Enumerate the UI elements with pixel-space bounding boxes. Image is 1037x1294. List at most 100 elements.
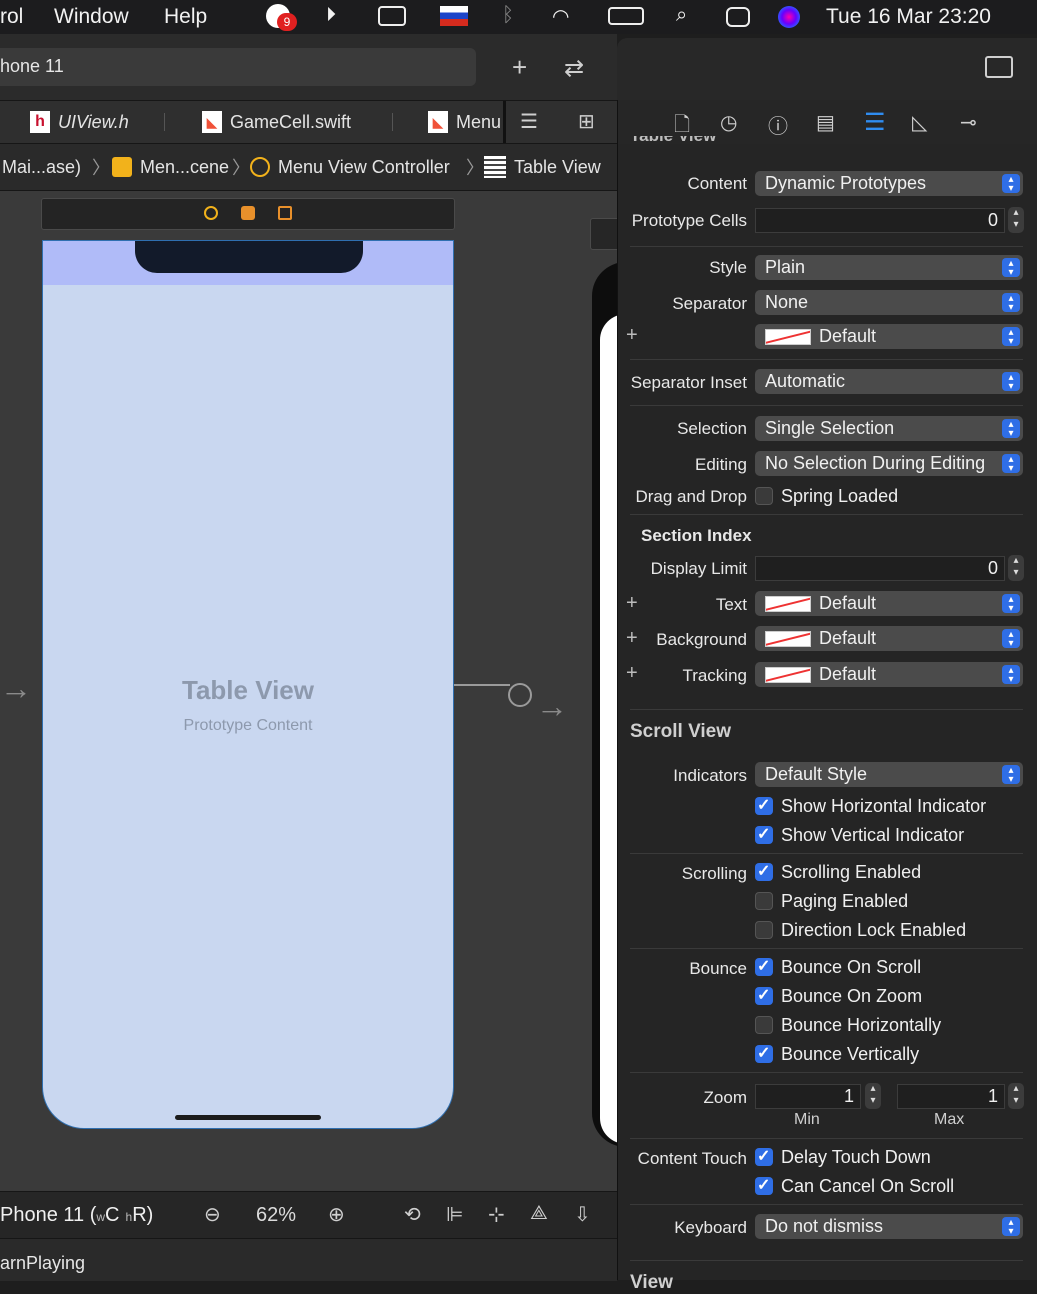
bounce-vertically-checkbox[interactable] bbox=[755, 1043, 773, 1063]
flag-russia-icon[interactable] bbox=[440, 6, 468, 26]
connections-inspector-icon[interactable]: ⊸ bbox=[960, 110, 977, 135]
attributes-inspector-icon[interactable]: ☰ bbox=[864, 108, 886, 137]
view-controller-icon[interactable] bbox=[204, 206, 218, 220]
tracking-color-popup[interactable]: Default ▴ ▾ bbox=[755, 662, 1023, 687]
bounce-label: Bounce bbox=[689, 959, 747, 978]
separator-inset-label: Separator Inset bbox=[630, 373, 747, 392]
popup-value: Dynamic Prototypes bbox=[765, 173, 927, 193]
first-responder-icon[interactable] bbox=[241, 206, 255, 220]
embed-in-icon[interactable]: ⇩ bbox=[574, 1202, 591, 1227]
table-view-scene[interactable]: Table View Prototype Content bbox=[42, 240, 454, 1129]
spring-loaded-checkbox[interactable] bbox=[755, 487, 773, 505]
display-limit-stepper[interactable]: ▴ ▾ bbox=[1008, 555, 1024, 581]
editor-options-icon[interactable]: ☰ bbox=[520, 109, 538, 134]
breadcrumb-table-view[interactable]: Table View bbox=[484, 144, 601, 190]
popup-arrows-icon: ▴ ▾ bbox=[1002, 293, 1020, 312]
popup-arrows-icon: ▴ ▾ bbox=[1002, 1217, 1020, 1236]
battery-icon[interactable] bbox=[608, 7, 644, 25]
siri-icon[interactable] bbox=[778, 6, 800, 28]
content-touch-label: Content Touch bbox=[637, 1149, 747, 1168]
add-editor-icon[interactable]: ⊞ bbox=[578, 109, 595, 134]
text-color-label: Text bbox=[715, 595, 747, 614]
wifi-icon[interactable]: ◠ bbox=[552, 4, 569, 29]
popup-arrows-icon: ▴ ▾ bbox=[1002, 174, 1020, 193]
help-icon[interactable]: ⓘ bbox=[768, 110, 788, 139]
add-variation-icon[interactable]: + bbox=[626, 324, 638, 347]
memory-icon[interactable] bbox=[378, 6, 406, 26]
device-selector[interactable]: Phone 11 (wC hR) bbox=[0, 1204, 153, 1227]
delay-touch-down-checkbox[interactable] bbox=[755, 1146, 773, 1166]
exit-icon[interactable] bbox=[278, 206, 292, 220]
control-center-icon[interactable] bbox=[726, 7, 750, 27]
search-icon[interactable]: ⌕ bbox=[676, 4, 687, 27]
toggle-inspector-icon[interactable] bbox=[985, 56, 1013, 78]
scrolling-enabled-checkbox[interactable] bbox=[755, 861, 773, 881]
tab-menu[interactable]: ◣ Menu bbox=[428, 101, 501, 143]
bluetooth-icon[interactable]: ᛒ bbox=[502, 4, 514, 27]
zoom-out-icon[interactable]: ⊖ bbox=[204, 1202, 221, 1227]
menu-bar-clock[interactable]: Tue 16 Mar 23:20 bbox=[826, 5, 991, 29]
zoom-level[interactable]: 62% bbox=[256, 1204, 296, 1227]
bounce-on-zoom-checkbox[interactable] bbox=[755, 985, 773, 1005]
resolve-issues-icon[interactable]: ⟁ bbox=[530, 1202, 548, 1225]
breadcrumb-label: Menu View Controller bbox=[278, 156, 450, 177]
swap-arrows-icon[interactable]: ⇄ bbox=[564, 54, 584, 83]
show-vertical-indicator-checkbox[interactable] bbox=[755, 824, 773, 844]
scene-dock[interactable] bbox=[41, 198, 455, 230]
zoom-in-icon[interactable]: ⊕ bbox=[328, 1202, 345, 1227]
selection-popup[interactable]: Single Selection ▴ ▾ bbox=[755, 416, 1023, 441]
identity-inspector-icon[interactable]: ▤ bbox=[816, 110, 835, 135]
popup-value: None bbox=[765, 292, 809, 312]
inspector-toolbar bbox=[617, 38, 1037, 100]
separator-label: Separator bbox=[672, 294, 747, 313]
keyboard-popup[interactable]: Do not dismiss ▴ ▾ bbox=[755, 1214, 1023, 1239]
add-constraints-icon[interactable]: ⊹ bbox=[488, 1202, 505, 1227]
direction-lock-checkbox[interactable] bbox=[755, 921, 773, 939]
size-inspector-icon[interactable]: ◺ bbox=[912, 110, 927, 135]
paging-enabled-checkbox[interactable] bbox=[755, 892, 773, 910]
content-popup[interactable]: Dynamic Prototypes ▴ ▾ bbox=[755, 171, 1023, 196]
prototype-cells-field[interactable]: 0 bbox=[755, 208, 1005, 233]
section-index-header: Section Index bbox=[641, 526, 752, 545]
bounce-on-scroll-checkbox[interactable] bbox=[755, 956, 773, 976]
align-icon[interactable]: ⊫ bbox=[446, 1202, 463, 1227]
home-indicator bbox=[175, 1115, 321, 1120]
editing-popup[interactable]: No Selection During Editing ▴ ▾ bbox=[755, 451, 1023, 476]
breadcrumb-menu-view-controller[interactable]: Menu View Controller bbox=[250, 144, 450, 190]
device-notch bbox=[135, 241, 363, 273]
update-frames-icon[interactable]: ⟲ bbox=[404, 1202, 421, 1227]
zoom-min-stepper[interactable]: ▴ ▾ bbox=[865, 1083, 881, 1109]
zoom-max-field[interactable]: 1 bbox=[897, 1084, 1005, 1109]
zoom-max-stepper[interactable]: ▴ ▾ bbox=[1008, 1083, 1024, 1109]
menu-item-help[interactable]: Help bbox=[164, 5, 207, 29]
scheme-selector[interactable]: hone 11 bbox=[0, 48, 476, 86]
can-cancel-on-scroll-checkbox[interactable] bbox=[755, 1175, 773, 1195]
background-color-popup[interactable]: Default ▴ ▾ bbox=[755, 626, 1023, 651]
popup-value: Single Selection bbox=[765, 418, 895, 438]
history-icon[interactable]: ◷ bbox=[720, 110, 737, 135]
add-icon[interactable]: + bbox=[512, 52, 527, 83]
separator-popup[interactable]: None ▴ ▾ bbox=[755, 290, 1023, 315]
play-circle-icon[interactable]: ⏵ bbox=[326, 4, 336, 27]
bounce-horizontally-checkbox[interactable] bbox=[755, 1016, 773, 1034]
separator-color-popup[interactable]: Default ▴ ▾ bbox=[755, 324, 1023, 349]
breadcrumb-menu-scene[interactable]: Men...cene bbox=[112, 144, 229, 190]
breadcrumb-label: Table View bbox=[514, 156, 601, 177]
show-horizontal-indicator-checkbox[interactable] bbox=[755, 795, 773, 815]
tab-gamecell-swift[interactable]: ◣ GameCell.swift bbox=[202, 101, 351, 143]
separator-inset-popup[interactable]: Automatic ▴ ▾ bbox=[755, 369, 1023, 394]
segue-icon[interactable] bbox=[508, 683, 532, 707]
menu-item-window[interactable]: Window bbox=[54, 5, 129, 29]
indicators-popup[interactable]: Default Style ▴ ▾ bbox=[755, 762, 1023, 787]
prototype-cells-stepper[interactable]: ▴ ▾ bbox=[1008, 207, 1024, 233]
display-limit-field[interactable]: 0 bbox=[755, 556, 1005, 581]
zoom-min-field[interactable]: 1 bbox=[755, 1084, 861, 1109]
breadcrumb-main-base[interactable]: Mai...ase) bbox=[2, 144, 81, 190]
tab-uiview-h[interactable]: h UIView.h bbox=[30, 101, 129, 143]
menu-item-control[interactable]: rol bbox=[0, 5, 23, 29]
popup-arrows-icon: ▴ ▾ bbox=[1002, 327, 1020, 346]
style-popup[interactable]: Plain ▴ ▾ bbox=[755, 255, 1023, 280]
text-color-popup[interactable]: Default ▴ ▾ bbox=[755, 591, 1023, 616]
popup-arrows-icon: ▴ ▾ bbox=[1002, 765, 1020, 784]
delay-touch-down-label: Delay Touch Down bbox=[781, 1147, 931, 1167]
